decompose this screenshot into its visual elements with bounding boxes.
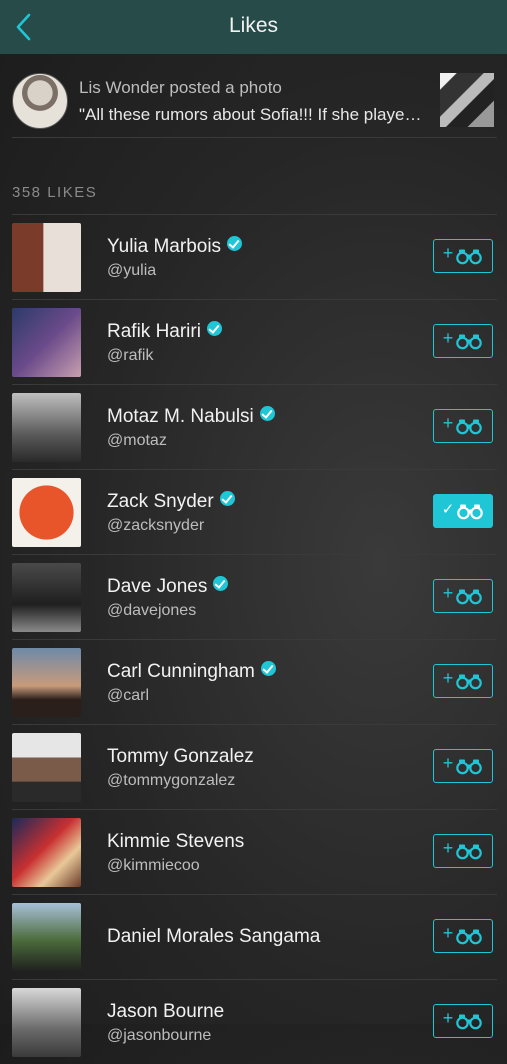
avatar[interactable] — [12, 903, 81, 972]
verified-badge-icon — [206, 321, 222, 336]
follow-button[interactable]: + — [433, 664, 493, 698]
user-name-text: Daniel Morales Sangama — [107, 926, 321, 947]
avatar[interactable] — [12, 478, 81, 547]
avatar[interactable] — [12, 733, 81, 802]
follow-button[interactable]: + — [433, 919, 493, 953]
plus-icon: + — [442, 753, 454, 773]
user-name-text: Yulia Marbois — [107, 236, 222, 257]
user-name-text: Tommy Gonzalez — [107, 746, 254, 767]
list-item[interactable]: Jason Bourne @jasonbourne + — [12, 979, 497, 1064]
follow-button[interactable]: + — [433, 1004, 493, 1038]
user-name[interactable]: Tommy Gonzalez — [107, 746, 254, 768]
page-title: Likes — [228, 14, 279, 37]
user-handle: @motaz — [107, 432, 167, 449]
post-summary[interactable]: Lis Wonder posted a photo "All these rum… — [0, 54, 507, 138]
plus-icon: + — [442, 1008, 454, 1028]
plus-icon: + — [442, 668, 454, 688]
follow-button[interactable]: + — [433, 324, 493, 358]
checkmark-icon: ✓ — [441, 500, 455, 518]
list-item[interactable]: Yulia Marbois @yulia + — [12, 214, 497, 299]
user-name[interactable]: Kimmie Stevens — [107, 831, 244, 853]
user-name[interactable]: Jason Bourne — [107, 1001, 224, 1023]
verified-badge-icon — [259, 406, 275, 421]
list-item[interactable]: Tommy Gonzalez @tommygonzalez + — [12, 724, 497, 809]
binoculars-icon — [456, 419, 483, 435]
binoculars-icon — [456, 589, 483, 605]
verified-badge-icon — [219, 491, 235, 506]
following-button[interactable]: ✓ — [433, 494, 493, 528]
user-name[interactable]: Motaz M. Nabulsi — [107, 406, 275, 428]
user-name-text: Zack Snyder — [107, 491, 214, 512]
plus-icon: + — [442, 413, 454, 433]
post-photo-thumbnail[interactable] — [440, 73, 494, 127]
binoculars-icon — [456, 929, 483, 945]
avatar[interactable] — [12, 988, 81, 1057]
user-name-text: Dave Jones — [107, 576, 208, 597]
user-name-text: Jason Bourne — [107, 1001, 225, 1022]
plus-icon: + — [442, 583, 454, 603]
user-handle: @zacksnyder — [107, 517, 205, 534]
user-name-text: Kimmie Stevens — [107, 831, 245, 852]
binoculars-icon — [456, 844, 483, 860]
user-name[interactable]: Zack Snyder — [107, 491, 235, 513]
binoculars-icon — [457, 504, 484, 520]
list-item[interactable]: Rafik Hariri @rafik + — [12, 299, 497, 384]
follow-button[interactable]: + — [433, 409, 493, 443]
binoculars-icon — [456, 759, 483, 775]
plus-icon: + — [442, 838, 454, 858]
verified-badge-icon — [227, 236, 243, 251]
top-bar: Likes — [0, 0, 507, 54]
plus-icon: + — [442, 923, 454, 943]
binoculars-icon — [456, 249, 483, 265]
verified-badge-icon — [213, 576, 229, 591]
plus-icon: + — [442, 328, 454, 348]
user-handle: @yulia — [107, 262, 157, 279]
user-name-text: Carl Cunningham — [107, 661, 255, 682]
poster-avatar[interactable] — [12, 73, 68, 129]
user-handle: @carl — [107, 687, 150, 704]
post-author-line: Lis Wonder posted a photo — [79, 78, 282, 97]
binoculars-icon — [456, 334, 483, 350]
likes-count: 358 LIKES — [12, 184, 98, 201]
list-item[interactable]: Dave Jones @davejones + — [12, 554, 497, 639]
likes-list: Yulia Marbois @yulia + Rafik Hariri @rafik + M… — [0, 214, 507, 1064]
user-handle: @rafik — [107, 347, 154, 364]
avatar[interactable] — [12, 308, 81, 377]
avatar[interactable] — [12, 563, 81, 632]
user-name[interactable]: Dave Jones — [107, 576, 229, 598]
user-handle: @kimmiecoo — [107, 857, 200, 874]
avatar[interactable] — [12, 393, 81, 462]
plus-icon: + — [442, 243, 454, 263]
verified-badge-icon — [260, 661, 276, 676]
avatar[interactable] — [12, 648, 81, 717]
list-item[interactable]: Zack Snyder @zacksnyder ✓ — [12, 469, 497, 554]
user-name-text: Rafik Hariri — [107, 321, 201, 342]
user-name[interactable]: Daniel Morales Sangama — [107, 926, 320, 948]
follow-button[interactable]: + — [433, 579, 493, 613]
avatar[interactable] — [12, 818, 81, 887]
user-name[interactable]: Yulia Marbois — [107, 236, 243, 258]
user-name-text: Motaz M. Nabulsi — [107, 406, 254, 427]
user-name[interactable]: Rafik Hariri — [107, 321, 222, 343]
list-item[interactable]: Kimmie Stevens @kimmiecoo + — [12, 809, 497, 894]
user-name[interactable]: Carl Cunningham — [107, 661, 276, 683]
user-handle: @tommygonzalez — [107, 772, 236, 789]
list-item[interactable]: Motaz M. Nabulsi @motaz + — [12, 384, 497, 469]
post-caption: "All these rumors about Sofia!!! If she … — [79, 105, 429, 124]
binoculars-icon — [456, 674, 483, 690]
avatar[interactable] — [12, 223, 81, 292]
list-item[interactable]: Carl Cunningham @carl + — [12, 639, 497, 724]
user-handle: @jasonbourne — [107, 1027, 212, 1044]
list-item[interactable]: Daniel Morales Sangama + — [12, 894, 497, 979]
follow-button[interactable]: + — [433, 749, 493, 783]
user-handle: @davejones — [107, 602, 197, 619]
divider — [12, 137, 497, 138]
follow-button[interactable]: + — [433, 239, 493, 273]
binoculars-icon — [456, 1014, 483, 1030]
follow-button[interactable]: + — [433, 834, 493, 868]
